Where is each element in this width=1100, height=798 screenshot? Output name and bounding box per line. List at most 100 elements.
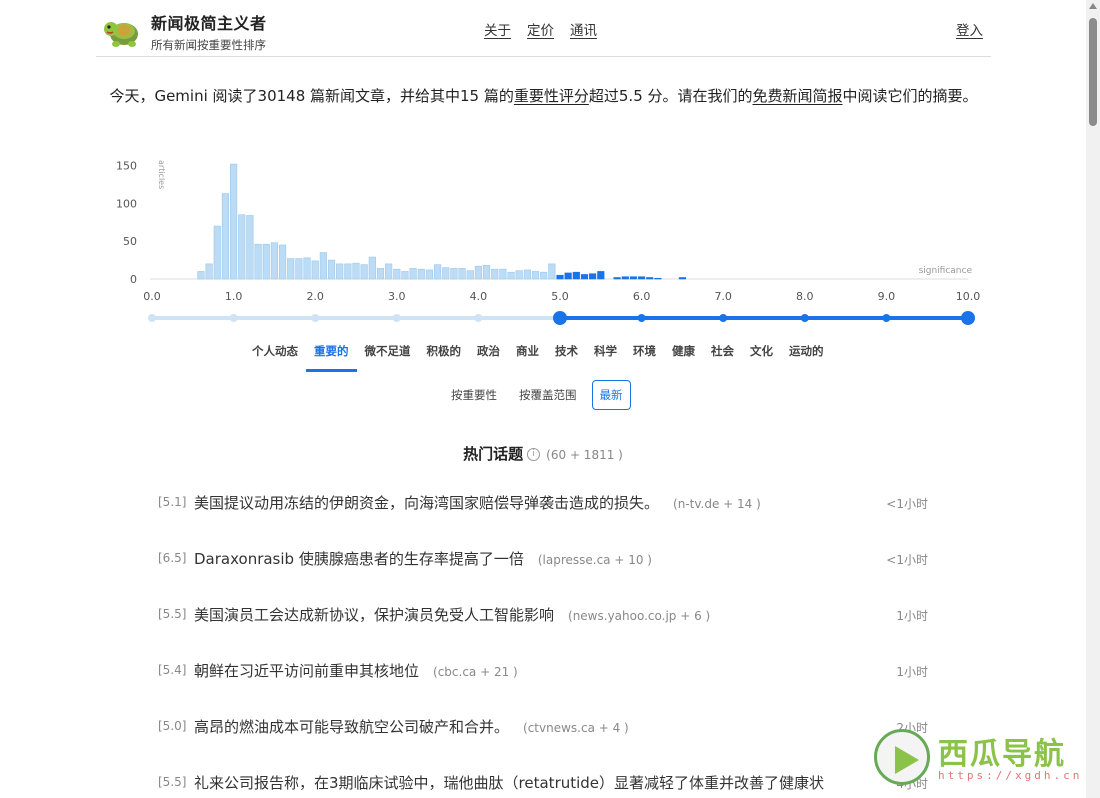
histogram-bar	[515, 270, 523, 280]
news-source[interactable]: (n-tv.de + 14 )	[673, 497, 761, 511]
category-tab[interactable]: 科学	[586, 340, 625, 372]
histogram-bar	[221, 193, 230, 280]
free-newsletter-link[interactable]: 免费新闻简报	[753, 87, 843, 105]
x-tick-label: 2.0	[306, 290, 324, 303]
news-title-text[interactable]: Daraxonrasib 使胰腺癌患者的生存率提高了一倍	[194, 550, 524, 568]
sort-option[interactable]: 按重要性	[440, 381, 508, 409]
sort-option[interactable]: 最新	[591, 380, 631, 410]
category-tab[interactable]: 商业	[508, 340, 547, 372]
histogram-bar	[287, 258, 295, 280]
category-tab[interactable]: 运动的	[781, 340, 832, 372]
news-row[interactable]: [6.5] Daraxonrasib 使胰腺癌患者的生存率提高了一倍 (lapres…	[158, 543, 928, 599]
histogram-bar	[303, 257, 311, 280]
news-source[interactable]: (cbc.ca + 21 )	[433, 665, 518, 679]
histogram-bar	[344, 263, 352, 280]
histogram-bar	[385, 263, 393, 280]
x-tick-label: 5.0	[551, 290, 569, 303]
significance-score-link[interactable]: 重要性评分	[514, 87, 589, 105]
histogram-bar	[401, 271, 409, 280]
histogram-bar	[580, 274, 589, 280]
category-tab[interactable]: 个人动态	[244, 340, 306, 372]
category-tab[interactable]: 环境	[625, 340, 664, 372]
category-tab[interactable]: 微不足道	[357, 340, 419, 372]
news-title[interactable]: Daraxonrasib 使胰腺癌患者的生存率提高了一倍 (lapresse.ca…	[194, 548, 652, 569]
category-tab[interactable]: 社会	[703, 340, 742, 372]
slider-tick-dot[interactable]	[719, 314, 728, 322]
histogram-bar	[499, 268, 507, 280]
news-title-text[interactable]: 高昂的燃油成本可能导致航空公司破产和合并。	[194, 718, 509, 736]
x-tick-label: 3.0	[388, 290, 406, 303]
intro-part-1: 今天，Gemini 阅读了30148 篇新闻文章，并给其中15 篇的	[109, 87, 514, 105]
brand-title[interactable]: 新闻极简主义者	[151, 10, 267, 34]
news-source[interactable]: (news.yahoo.co.jp + 6 )	[568, 609, 710, 623]
news-row[interactable]: [5.0] 高昂的燃油成本可能导致航空公司破产和合并。 (ctvnews.ca + …	[158, 711, 928, 767]
slider-tick-dot[interactable]	[800, 314, 809, 322]
news-title-text[interactable]: 礼来公司报告称，在3期临床试验中，瑞他曲肽（retatrutide）显著减轻了体…	[194, 774, 824, 792]
news-source[interactable]: (lapresse.ca + 10 )	[538, 553, 652, 567]
news-row[interactable]: [5.1] 美国提议动用冻结的伊朗资金，向海湾国家赔偿导弹袭击造成的损失。 (n-t…	[158, 487, 928, 543]
scrollbar-thumb[interactable]	[1089, 18, 1097, 126]
slider-tick-dot[interactable]	[392, 314, 401, 322]
histogram-bar	[417, 268, 425, 280]
nav-pricing-link[interactable]: 定价	[527, 19, 554, 39]
news-row[interactable]: [5.5] 美国演员工会达成新协议，保护演员免受人工智能影响 (news.yahoo…	[158, 599, 928, 655]
nav-newsletter-link[interactable]: 通讯	[570, 19, 597, 39]
histogram-bar	[442, 267, 450, 280]
histogram-bar	[278, 244, 287, 280]
scrollbar[interactable]	[1086, 0, 1100, 798]
slider-min-handle[interactable]	[553, 311, 567, 325]
nav-about-link[interactable]: 关于	[484, 19, 511, 39]
histogram-bar	[205, 263, 213, 280]
histogram-bar	[254, 243, 262, 280]
slider-tick-dot[interactable]	[474, 314, 483, 322]
histogram-bar	[507, 271, 515, 280]
slider-tick-dot[interactable]	[311, 314, 320, 322]
news-title[interactable]: 礼来公司报告称，在3期临床试验中，瑞他曲肽（retatrutide）显著减轻了体…	[194, 772, 838, 793]
scroll-up-arrow-icon[interactable]	[1089, 3, 1097, 9]
histogram-bar	[270, 242, 278, 280]
slider-tick-dot[interactable]	[148, 314, 156, 322]
news-source[interactable]: (ctvnews.ca + 4 )	[523, 721, 629, 735]
histogram-bar	[597, 271, 605, 280]
x-tick-label: 1.0	[225, 290, 243, 303]
news-title-text[interactable]: 美国提议动用冻结的伊朗资金，向海湾国家赔偿导弹袭击造成的损失。	[194, 494, 659, 512]
news-title[interactable]: 高昂的燃油成本可能导致航空公司破产和合并。 (ctvnews.ca + 4 )	[194, 716, 629, 737]
histogram-bar	[638, 276, 646, 280]
news-title[interactable]: 美国演员工会达成新协议，保护演员免受人工智能影响 (news.yahoo.co.j…	[194, 604, 710, 625]
news-time: 1小时	[896, 609, 928, 623]
news-title[interactable]: 美国提议动用冻结的伊朗资金，向海湾国家赔偿导弹袭击造成的损失。 (n-tv.de …	[194, 492, 761, 513]
sort-option[interactable]: 按覆盖范围	[508, 381, 588, 409]
watermark-url: https://xgdh.cn	[938, 769, 1083, 782]
category-tab[interactable]: 健康	[664, 340, 703, 372]
news-list: [5.1] 美国提议动用冻结的伊朗资金，向海湾国家赔偿导弹袭击造成的损失。 (n-t…	[158, 487, 928, 798]
news-title-text[interactable]: 朝鲜在习近平访问前重申其核地位	[194, 662, 419, 680]
slider-tick-dot[interactable]	[637, 314, 646, 322]
y-tick-label: 0	[130, 273, 137, 286]
category-tab[interactable]: 文化	[742, 340, 781, 372]
news-row[interactable]: [5.4] 朝鲜在习近平访问前重申其核地位 (cbc.ca + 21 ) 1小时	[158, 655, 928, 711]
info-icon[interactable]: i	[527, 448, 541, 461]
login-link[interactable]: 登入	[956, 19, 983, 39]
news-title[interactable]: 朝鲜在习近平访问前重申其核地位 (cbc.ca + 21 )	[194, 660, 518, 681]
slider-max-handle[interactable]	[961, 311, 975, 325]
histogram-bar	[327, 259, 336, 280]
histogram-bar	[262, 243, 270, 280]
category-tab[interactable]: 技术	[547, 340, 586, 372]
slider-tick-dot[interactable]	[229, 314, 238, 322]
histogram-bar	[311, 260, 319, 280]
category-tab[interactable]: 政治	[469, 340, 508, 372]
category-tab[interactable]: 积极的	[419, 340, 470, 372]
topics-count: (60 + 1811 )	[546, 448, 623, 462]
y-tick-label: 100	[116, 197, 137, 210]
histogram-bar	[238, 214, 246, 280]
turtle-logo-icon[interactable]	[102, 12, 142, 48]
news-title-text[interactable]: 美国演员工会达成新协议，保护演员免受人工智能影响	[194, 606, 554, 624]
histogram-bar	[482, 265, 491, 280]
slider-tick-dot[interactable]	[882, 314, 891, 322]
intro-part-2: 超过5.5 分。请在我们的	[588, 87, 753, 105]
x-tick-label: 7.0	[714, 290, 732, 303]
news-row[interactable]: [5.5] 礼来公司报告称，在3期临床试验中，瑞他曲肽（retatrutide）显…	[158, 767, 928, 798]
category-tab[interactable]: 重要的	[306, 340, 357, 372]
news-score: [5.0]	[158, 719, 187, 733]
histogram-bar	[230, 163, 238, 280]
